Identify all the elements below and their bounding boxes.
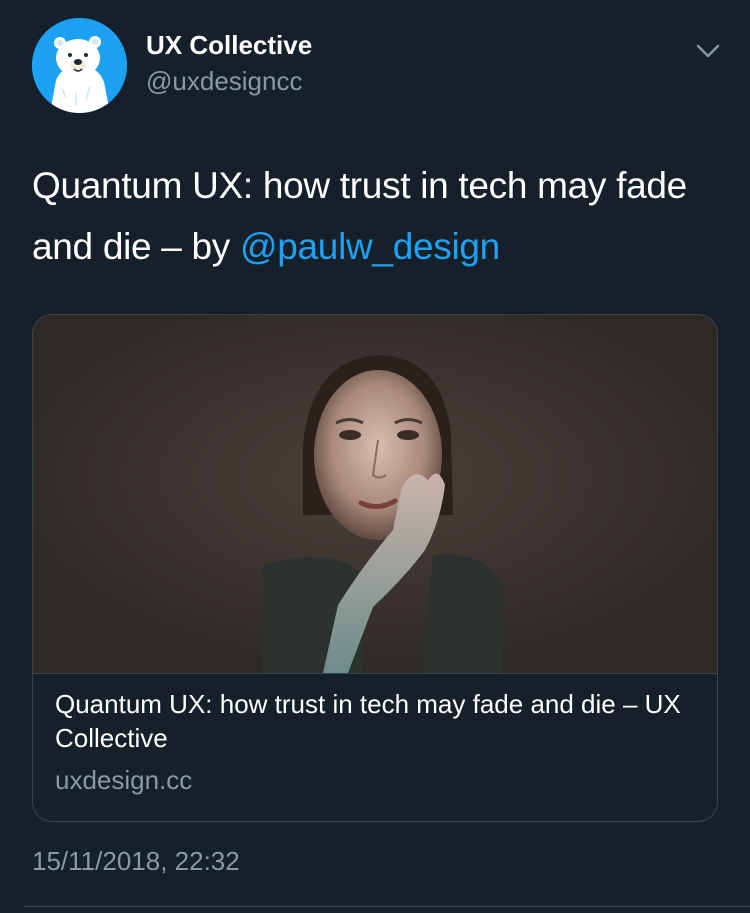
tweet-timestamp[interactable]: 15/11/2018, 22:32: [32, 846, 240, 877]
display-name[interactable]: UX Collective: [146, 30, 312, 61]
mention-link[interactable]: @paulw_design: [240, 226, 500, 267]
card-image[interactable]: [33, 315, 717, 674]
link-card[interactable]: Quantum UX: how trust in tech may fade a…: [32, 314, 718, 822]
tweet-text: Quantum UX: how trust in tech may fade a…: [32, 155, 722, 277]
card-domain: uxdesign.cc: [55, 765, 193, 795]
card-title: Quantum UX: how trust in tech may fade a…: [55, 689, 681, 753]
chevron-down-icon[interactable]: [690, 36, 726, 64]
divider: [24, 906, 750, 907]
woman-lit-by-screen-image: [33, 315, 717, 673]
tweet-header: UX Collective @uxdesigncc: [0, 0, 750, 130]
user-handle[interactable]: @uxdesigncc: [146, 66, 302, 97]
polar-bear-icon: [32, 18, 127, 113]
avatar[interactable]: [32, 18, 127, 113]
